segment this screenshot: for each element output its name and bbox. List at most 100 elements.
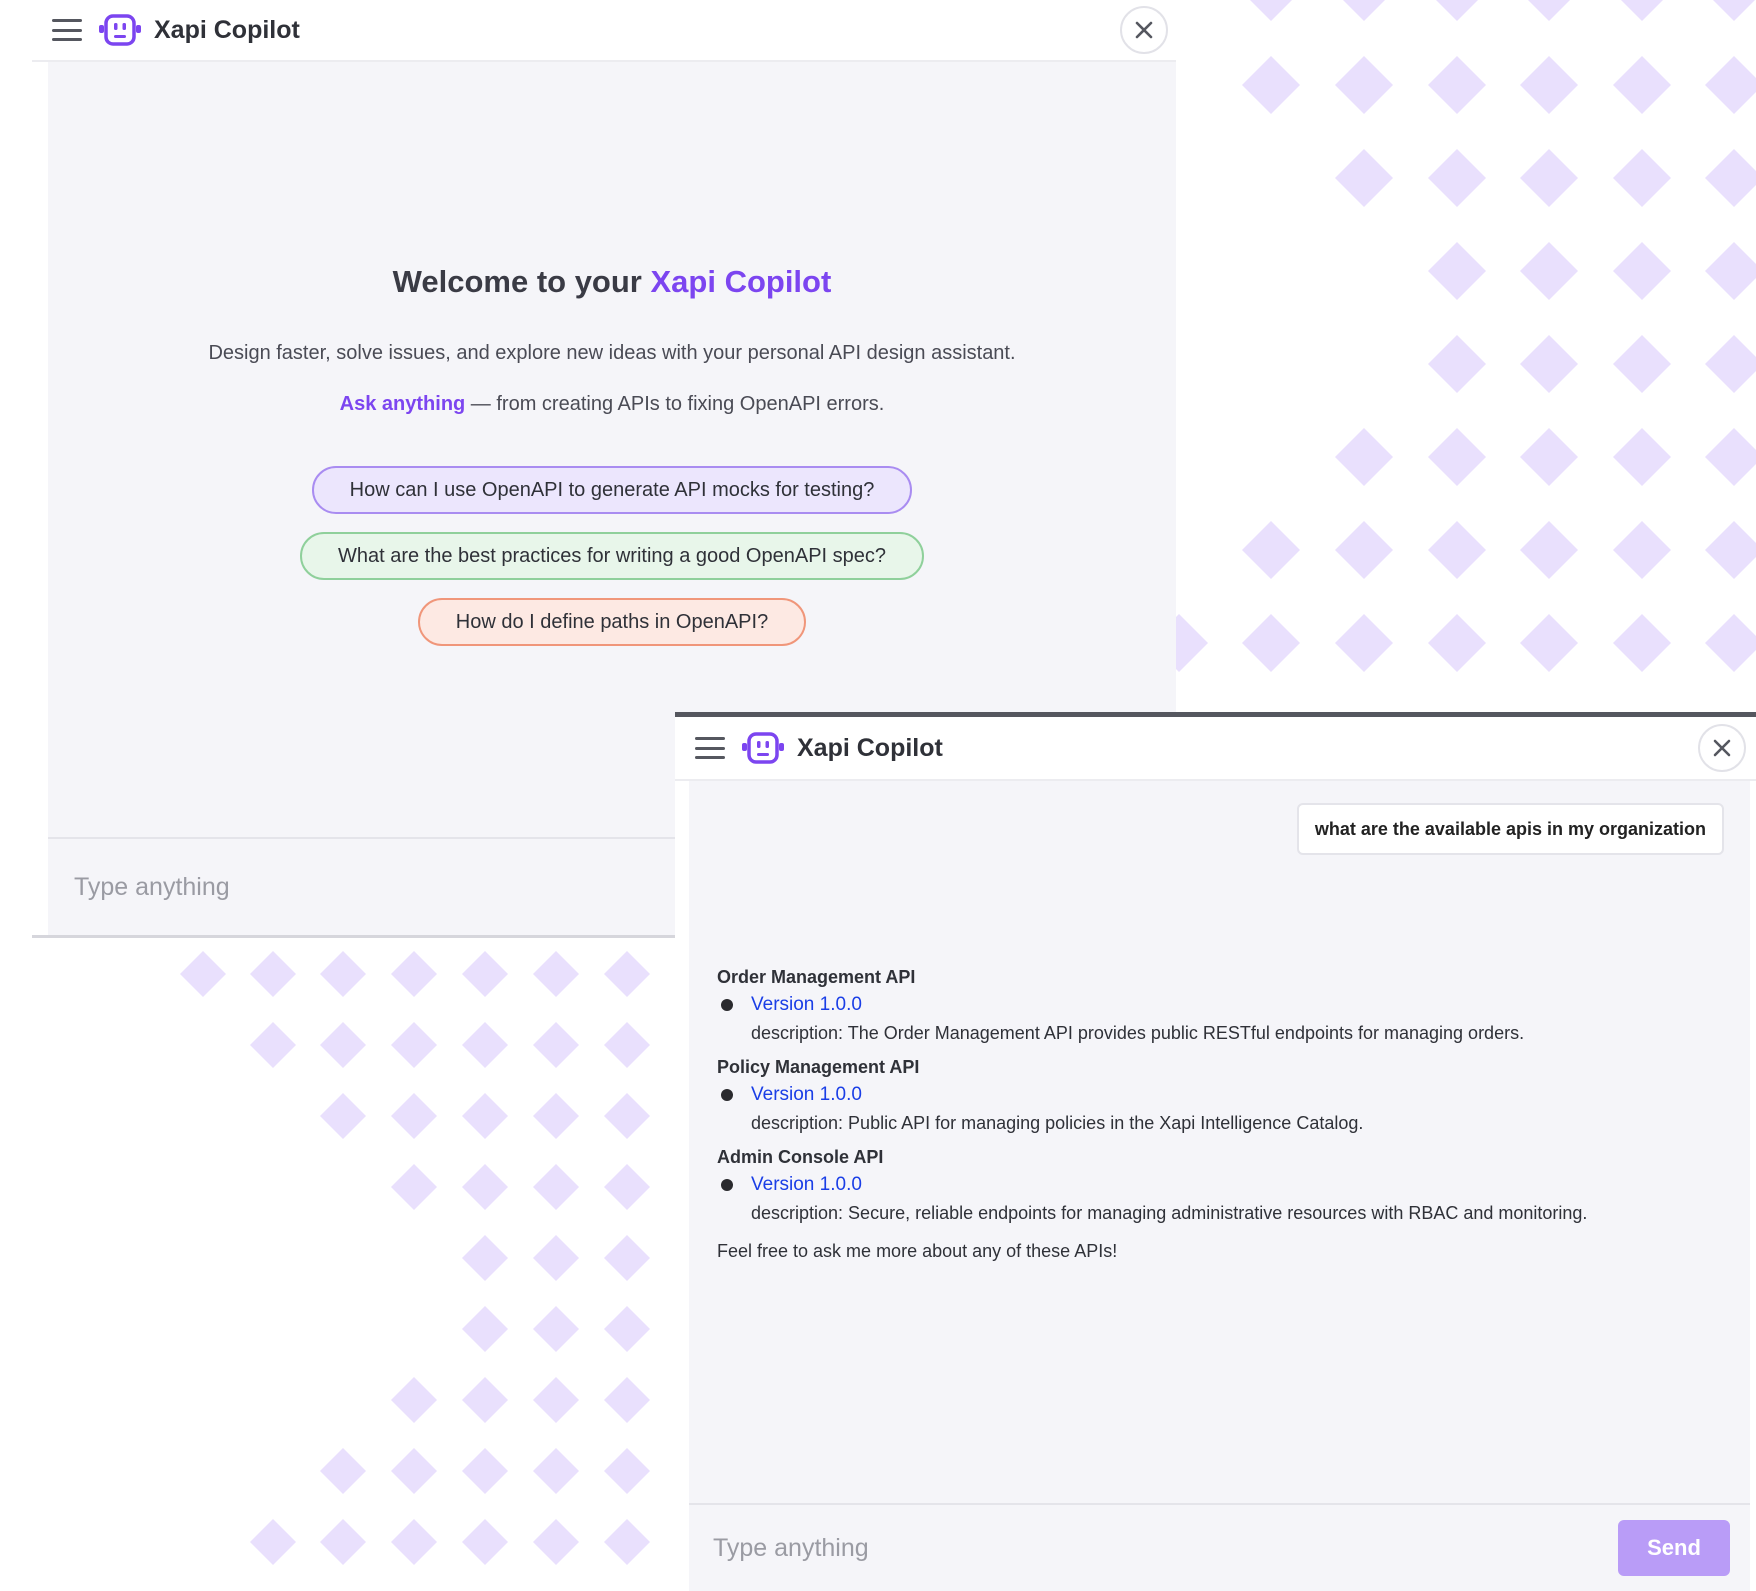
bullet-icon <box>721 999 733 1011</box>
pattern-diamond <box>1528 0 1570 21</box>
pattern-diamond <box>1520 149 1578 207</box>
pattern-diamond <box>604 1519 650 1565</box>
pattern-diamond <box>1613 242 1671 300</box>
pattern-diamond <box>391 1377 437 1423</box>
pattern-diamond <box>462 1306 508 1352</box>
pattern-diamond <box>1242 521 1300 579</box>
bullet-icon <box>721 1179 733 1191</box>
api-version-link[interactable]: Version 1.0.0 <box>751 1083 862 1107</box>
pattern-diamond <box>604 951 650 997</box>
api-version-row: Version 1.0.0 <box>717 993 1587 1017</box>
pattern-diamond <box>1250 0 1292 21</box>
suggestion-chip-best-practices[interactable]: What are the best practices for writing … <box>299 532 925 580</box>
api-name: Policy Management API <box>717 1057 920 1077</box>
pattern-diamond <box>320 1022 366 1068</box>
pattern-diamond <box>533 1164 579 1210</box>
api-version-link[interactable]: Version 1.0.0 <box>751 993 862 1017</box>
assistant-closing-text: Feel free to ask me more about any of th… <box>717 1241 1118 1261</box>
api-version-row: Version 1.0.0 <box>717 1173 1587 1197</box>
pattern-diamond <box>320 1448 366 1494</box>
pattern-diamond <box>320 951 366 997</box>
api-entry: Policy Management API Version 1.0.0 desc… <box>717 1055 1587 1135</box>
pattern-diamond <box>462 1164 508 1210</box>
pattern-diamond <box>1705 614 1756 672</box>
pattern-diamond <box>1705 428 1756 486</box>
pattern-diamond <box>604 1022 650 1068</box>
pattern-diamond <box>604 1306 650 1352</box>
chat-window: Xapi Copilot what are the available apis… <box>675 712 1756 1591</box>
close-button[interactable] <box>1120 6 1168 54</box>
pattern-diamond <box>1520 428 1578 486</box>
pattern-diamond <box>1621 0 1663 21</box>
api-entry: Order Management API Version 1.0.0 descr… <box>717 965 1587 1045</box>
pattern-diamond <box>604 1093 650 1139</box>
app-title: Xapi Copilot <box>797 733 943 762</box>
welcome-subtitle: Design faster, solve issues, and explore… <box>208 342 1016 364</box>
pattern-diamond <box>391 1093 437 1139</box>
pattern-diamond <box>180 951 226 997</box>
close-icon <box>1135 21 1153 39</box>
pattern-diamond <box>1335 614 1393 672</box>
api-description: description: Public API for managing pol… <box>751 1113 1364 1133</box>
hamburger-menu-icon[interactable] <box>52 19 82 41</box>
pattern-diamond <box>391 1022 437 1068</box>
api-entry: Admin Console API Version 1.0.0 descript… <box>717 1145 1587 1225</box>
pattern-diamond <box>1428 335 1486 393</box>
ask-anything-highlight: Ask anything <box>339 393 466 415</box>
pattern-diamond <box>1520 521 1578 579</box>
pattern-diamond <box>604 1235 650 1281</box>
pattern-diamond <box>1335 56 1393 114</box>
pattern-diamond <box>1705 242 1756 300</box>
pattern-diamond <box>462 1519 508 1565</box>
close-icon <box>1713 739 1731 757</box>
api-name: Admin Console API <box>717 1147 884 1167</box>
pattern-diamond <box>604 1164 650 1210</box>
hamburger-menu-icon[interactable] <box>695 737 725 759</box>
pattern-diamond <box>391 1164 437 1210</box>
pattern-diamond <box>533 1022 579 1068</box>
pattern-diamond <box>533 1235 579 1281</box>
pattern-diamond <box>1613 614 1671 672</box>
pattern-diamond <box>533 1377 579 1423</box>
message-input[interactable] <box>72 871 596 903</box>
pattern-diamond <box>1428 521 1486 579</box>
chat-header: Xapi Copilot <box>675 717 1756 781</box>
pattern-diamond <box>391 951 437 997</box>
pattern-diamond <box>320 1519 366 1565</box>
send-button[interactable]: Send <box>1618 1520 1730 1576</box>
pattern-diamond <box>1520 56 1578 114</box>
robot-icon <box>742 732 784 764</box>
api-version-row: Version 1.0.0 <box>717 1083 1587 1107</box>
suggestion-chip-api-mocks[interactable]: How can I use OpenAPI to generate API mo… <box>311 466 913 514</box>
pattern-diamond <box>391 1519 437 1565</box>
close-button[interactable] <box>1698 724 1746 772</box>
pattern-diamond <box>391 1448 437 1494</box>
pattern-diamond <box>533 1448 579 1494</box>
assistant-reply: Order Management API Version 1.0.0 descr… <box>717 965 1587 1263</box>
pattern-diamond <box>250 1022 296 1068</box>
pattern-diamond <box>462 1377 508 1423</box>
pattern-diamond <box>462 951 508 997</box>
ask-anything-rest: — from creating APIs to fixing OpenAPI e… <box>465 393 885 415</box>
pattern-diamond <box>533 951 579 997</box>
pattern-diamond <box>250 951 296 997</box>
pattern-diamond <box>1713 0 1755 21</box>
pattern-diamond <box>1520 242 1578 300</box>
api-version-link[interactable]: Version 1.0.0 <box>751 1173 862 1197</box>
api-description: description: Secure, reliable endpoints … <box>751 1203 1588 1223</box>
ask-anything-line: Ask anything — from creating APIs to fix… <box>340 393 885 416</box>
pattern-diamond <box>1428 614 1486 672</box>
pattern-diamond <box>1335 521 1393 579</box>
api-name: Order Management API <box>717 967 916 987</box>
welcome-heading-brand: Xapi Copilot <box>650 264 832 299</box>
pattern-diamond <box>462 1235 508 1281</box>
pattern-diamond <box>533 1306 579 1352</box>
pattern-diamond <box>1436 0 1478 21</box>
chat-messages: what are the available apis in my organi… <box>689 781 1750 1503</box>
pattern-diamond <box>1613 149 1671 207</box>
pattern-diamond <box>1613 335 1671 393</box>
message-input[interactable] <box>711 1532 1618 1564</box>
api-description: description: The Order Management API pr… <box>751 1023 1525 1043</box>
pattern-diamond <box>462 1093 508 1139</box>
suggestion-chip-define-paths[interactable]: How do I define paths in OpenAPI? <box>417 598 807 646</box>
